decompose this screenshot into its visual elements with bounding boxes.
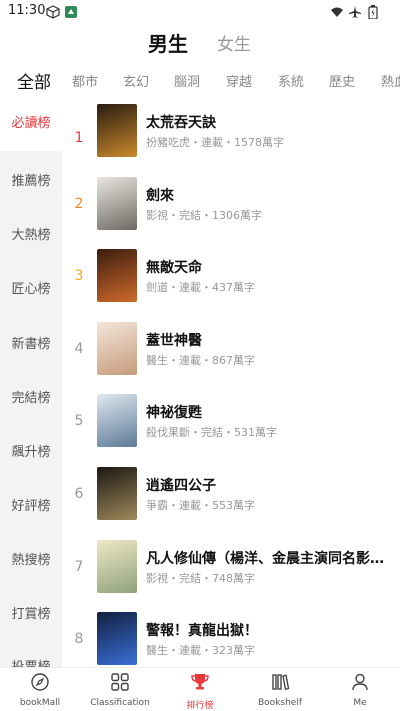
book-row[interactable]: 2 劍來 影視・完結・1306萬字 [62, 177, 400, 241]
category-brainhole[interactable]: 腦洞 [174, 71, 200, 90]
category-all[interactable]: 全部 [17, 68, 51, 93]
book-cover[interactable] [97, 540, 137, 593]
book-rank: 7 [74, 559, 84, 575]
book-cover[interactable] [97, 394, 137, 447]
book-rank: 2 [74, 196, 84, 212]
book-row[interactable]: 6 逍遙四公子 爭霸・連載・553萬字 [62, 467, 400, 531]
category-time-travel[interactable]: 穿越 [226, 71, 252, 90]
nav-classification[interactable]: Classification [80, 672, 160, 708]
category-system[interactable]: 系統 [278, 71, 304, 90]
ranking-sidebar: 必讀榜 推薦榜 大熱榜 匠心榜 新書榜 完結榜 飆升榜 好評榜 熱搜榜 打賞榜 … [0, 97, 62, 667]
book-title[interactable]: 蓋世神醫 [146, 330, 396, 350]
sidebar-item-votes[interactable]: 投票榜 [0, 656, 62, 667]
book-title[interactable]: 劍來 [146, 185, 396, 205]
book-rank: 4 [74, 341, 84, 357]
book-ranking-list: 1 太荒吞天訣 扮豬吃虎・連載・1578萬字 2 劍來 影視・完結・1306萬字… [62, 97, 400, 667]
sidebar-item-rising[interactable]: 飆升榜 [0, 441, 62, 460]
cube-icon [46, 4, 60, 23]
nav-bookshelf[interactable]: Bookshelf [240, 672, 320, 708]
book-rank: 5 [74, 413, 84, 429]
book-rank: 6 [74, 486, 84, 502]
book-row[interactable]: 3 無敵天命 劍道・連載・437萬字 [62, 249, 400, 313]
nav-label: 排行榜 [186, 701, 214, 711]
sidebar-item-completed[interactable]: 完結榜 [0, 387, 62, 406]
category-history[interactable]: 歷史 [329, 71, 355, 90]
sidebar-item-good-reviews[interactable]: 好評榜 [0, 495, 62, 514]
nav-label: Bookshelf [258, 698, 302, 708]
wifi-icon [330, 4, 344, 23]
grid-icon [110, 673, 130, 696]
book-title[interactable]: 逍遙四公子 [146, 475, 396, 495]
book-meta: 扮豬吃虎・連載・1578萬字 [146, 136, 284, 149]
bottom-nav: bookMall Classification 排行榜 Bookshelf Me [0, 667, 400, 711]
sidebar-item-hot-search[interactable]: 熱搜榜 [0, 549, 62, 568]
trophy-icon [190, 674, 210, 696]
book-row[interactable]: 1 太荒吞天訣 扮豬吃虎・連載・1578萬字 [62, 104, 400, 168]
compass-icon [30, 673, 50, 696]
battery-icon [368, 4, 378, 23]
status-bar: 11:30 [0, 0, 400, 24]
nav-ranking[interactable]: 排行榜 [160, 672, 240, 711]
book-row[interactable]: 4 蓋世神醫 醫生・連載・867萬字 [62, 322, 400, 386]
sidebar-item-hot[interactable]: 大熱榜 [0, 224, 62, 243]
book-rank: 3 [74, 268, 84, 284]
book-cover[interactable] [97, 612, 137, 665]
book-cover[interactable] [97, 177, 137, 230]
nav-label: Me [353, 698, 367, 708]
book-title[interactable]: 神祕復甦 [146, 402, 396, 422]
book-rank: 8 [74, 631, 84, 647]
book-meta: 劍道・連載・437萬字 [146, 281, 255, 294]
category-tabs: 全部 都市 玄幻 腦洞 穿越 系統 歷史 熱血 [0, 64, 400, 96]
book-meta: 殺伐果斷・完結・531萬字 [146, 426, 277, 439]
app-notification-icon [64, 4, 78, 23]
book-meta: 爭霸・連載・553萬字 [146, 499, 255, 512]
sidebar-item-new-books[interactable]: 新書榜 [0, 333, 62, 352]
nav-label: bookMall [19, 698, 61, 708]
book-row[interactable]: 5 神祕復甦 殺伐果斷・完結・531萬字 [62, 394, 400, 458]
book-meta: 醫生・連載・323萬字 [146, 644, 255, 657]
book-cover[interactable] [97, 467, 137, 520]
book-meta: 醫生・連載・867萬字 [146, 354, 255, 367]
sidebar-item-craftsman[interactable]: 匠心榜 [0, 278, 62, 297]
nav-me[interactable]: Me [320, 672, 400, 708]
book-cover[interactable] [97, 322, 137, 375]
bookshelf-icon [270, 674, 290, 696]
book-title[interactable]: 警報！真龍出獄！ [146, 620, 396, 640]
book-row[interactable]: 7 凡人修仙傳（楊洋、金晨主演同名影視原… 影視・完結・748萬字 [62, 540, 400, 604]
nav-label: Classification [90, 698, 150, 708]
book-cover[interactable] [97, 249, 137, 302]
nav-bookmall[interactable]: bookMall [0, 672, 80, 708]
book-meta: 影視・完結・1306萬字 [146, 209, 262, 222]
airplane-icon [348, 4, 362, 23]
book-title[interactable]: 太荒吞天訣 [146, 112, 396, 132]
book-rank: 1 [74, 130, 84, 146]
tab-female[interactable]: 女生 [217, 30, 251, 55]
category-passion[interactable]: 熱血 [381, 71, 400, 90]
book-title[interactable]: 無敵天命 [146, 257, 396, 277]
person-icon [350, 673, 370, 696]
status-time: 11:30 [8, 3, 46, 18]
sidebar-item-must-read[interactable]: 必讀榜 [0, 97, 62, 151]
book-cover[interactable] [97, 104, 137, 157]
tab-male[interactable]: 男生 [148, 28, 188, 57]
sidebar-item-recommended[interactable]: 推薦榜 [0, 170, 62, 189]
book-title[interactable]: 凡人修仙傳（楊洋、金晨主演同名影視原… [146, 548, 396, 568]
sidebar-item-tips[interactable]: 打賞榜 [0, 603, 62, 622]
book-row[interactable]: 8 警報！真龍出獄！ 醫生・連載・323萬字 [62, 612, 400, 667]
category-urban[interactable]: 都市 [72, 71, 98, 90]
book-meta: 影視・完結・748萬字 [146, 572, 255, 585]
category-fantasy[interactable]: 玄幻 [123, 71, 149, 90]
